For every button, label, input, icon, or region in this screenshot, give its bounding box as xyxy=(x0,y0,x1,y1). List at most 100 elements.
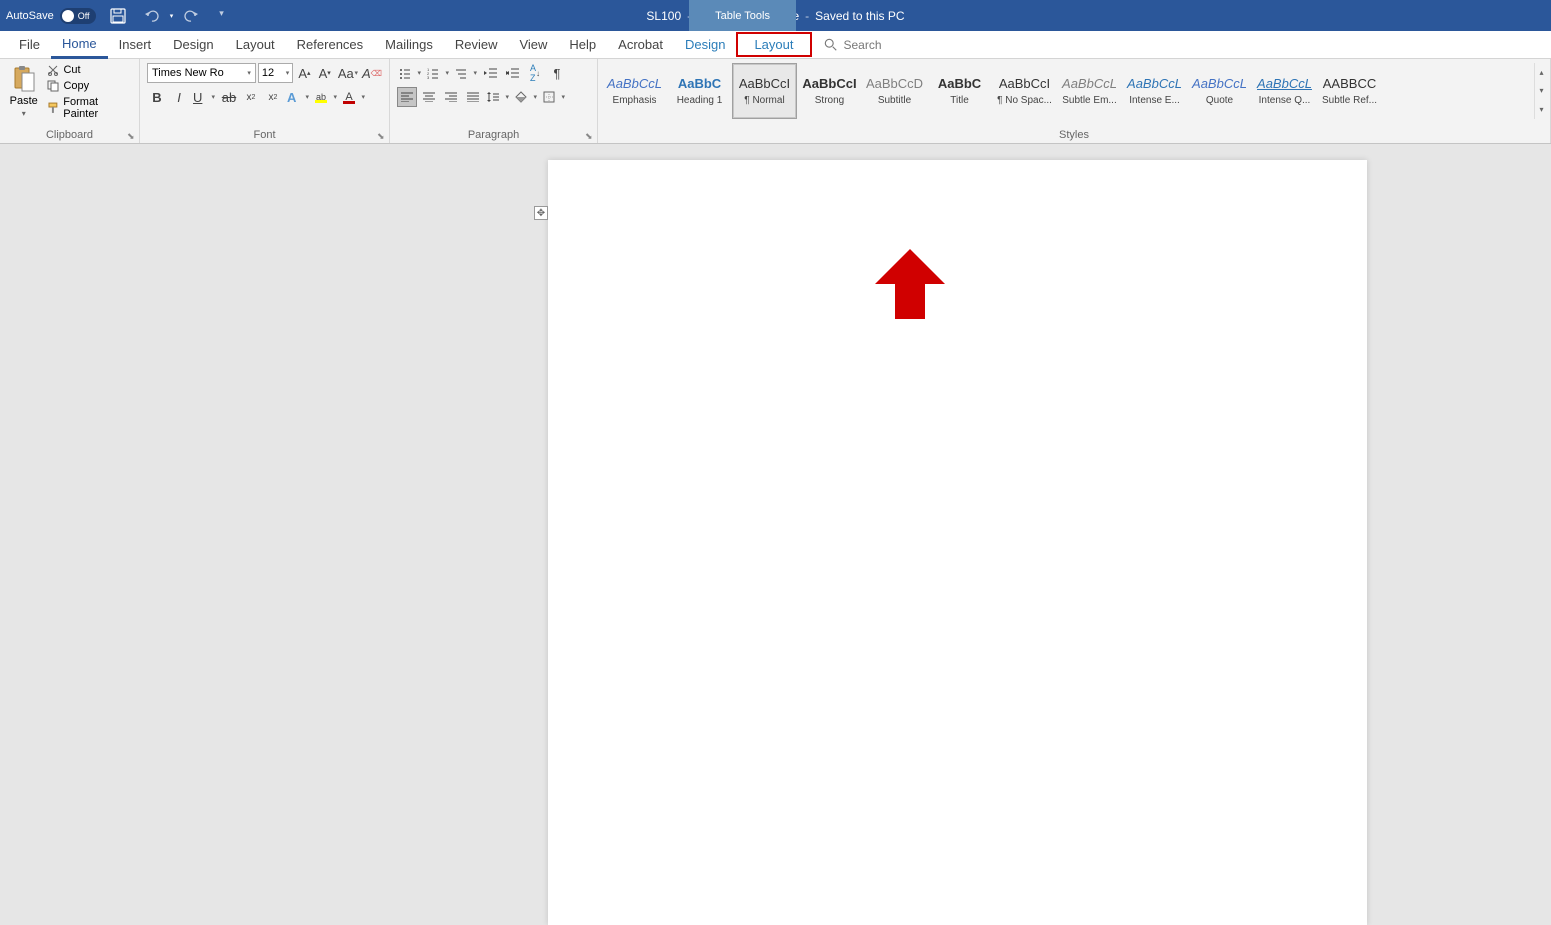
paste-button[interactable]: Paste ▾ xyxy=(4,61,43,123)
tab-layout[interactable]: Layout xyxy=(225,32,286,57)
ribbon-tabs: File Home Insert Design Layout Reference… xyxy=(0,31,1551,59)
justify-icon xyxy=(467,92,479,102)
show-marks-button[interactable]: ¶ xyxy=(547,63,567,83)
style-item-quote[interactable]: AaBbCcLQuote xyxy=(1187,63,1252,119)
tab-mailings[interactable]: Mailings xyxy=(374,32,444,57)
undo-icon[interactable] xyxy=(144,8,160,24)
tab-insert[interactable]: Insert xyxy=(108,32,163,57)
align-left-icon xyxy=(401,92,413,102)
svg-text:3: 3 xyxy=(427,75,430,79)
style-item-title[interactable]: AaBbCTitle xyxy=(927,63,992,119)
paragraph-group-label: Paragraph xyxy=(390,127,597,143)
style-item-emphasis[interactable]: AaBbCcLEmphasis xyxy=(602,63,667,119)
increase-indent-icon xyxy=(506,67,520,79)
bullets-button[interactable]: ▾ xyxy=(397,63,423,83)
document-area: ✥ xyxy=(0,144,1551,925)
tab-design[interactable]: Design xyxy=(162,32,224,57)
style-item-heading-1[interactable]: AaBbCHeading 1 xyxy=(667,63,732,119)
clipboard-launcher-icon[interactable]: ⬊ xyxy=(127,131,137,141)
shading-button[interactable]: ▾ xyxy=(513,87,539,107)
shading-icon xyxy=(515,91,527,103)
superscript-button[interactable]: x2 xyxy=(263,87,283,107)
title-bar: AutoSave Off ▾ ▾ SL100 - Compatibility M… xyxy=(0,0,1551,31)
align-right-icon xyxy=(445,92,457,102)
tab-view[interactable]: View xyxy=(508,32,558,57)
search-box[interactable]: Search xyxy=(824,38,882,52)
text-effects-button[interactable]: A▾ xyxy=(285,87,311,107)
multilevel-list-button[interactable]: ▾ xyxy=(453,63,479,83)
change-case-button[interactable]: Aa▾ xyxy=(336,63,360,83)
style-item---normal[interactable]: AaBbCcI¶ Normal xyxy=(732,63,797,119)
document-page[interactable]: ✥ xyxy=(548,160,1367,925)
align-center-button[interactable] xyxy=(419,87,439,107)
paragraph-launcher-icon[interactable]: ⬊ xyxy=(585,131,595,141)
numbering-button[interactable]: 123▾ xyxy=(425,63,451,83)
style-item-strong[interactable]: AaBbCcIStrong xyxy=(797,63,862,119)
align-right-button[interactable] xyxy=(441,87,461,107)
table-move-handle-icon[interactable]: ✥ xyxy=(534,206,548,220)
align-center-icon xyxy=(423,92,435,102)
style-item-subtle-em---[interactable]: AaBbCcLSubtle Em... xyxy=(1057,63,1122,119)
font-name-select[interactable]: Times New Ro▾ xyxy=(147,63,256,83)
sort-button[interactable]: AZ↓ xyxy=(525,63,545,83)
paste-icon xyxy=(12,65,36,93)
highlight-button[interactable]: ab▾ xyxy=(313,87,339,107)
clipboard-group: Paste ▾ Cut Copy Format Painter Clipboar… xyxy=(0,59,140,143)
search-icon xyxy=(824,38,838,52)
styles-group: AaBbCcLEmphasisAaBbCHeading 1AaBbCcI¶ No… xyxy=(598,59,1551,143)
font-size-select[interactable]: 12▾ xyxy=(258,63,293,83)
font-group: Times New Ro▾ 12▾ A▴ A▾ Aa▾ A⌫ B I U▾ ab… xyxy=(140,59,390,143)
clear-formatting-button[interactable]: A⌫ xyxy=(362,63,382,83)
tab-table-layout[interactable]: Layout xyxy=(736,32,811,57)
grow-font-button[interactable]: A▴ xyxy=(295,63,313,83)
bold-button[interactable]: B xyxy=(147,87,167,107)
multilevel-icon xyxy=(455,67,467,79)
tab-acrobat[interactable]: Acrobat xyxy=(607,32,674,57)
autosave-toggle[interactable]: Off xyxy=(60,8,96,24)
font-color-button[interactable]: A▾ xyxy=(341,87,367,107)
decrease-indent-button[interactable] xyxy=(481,63,501,83)
tab-review[interactable]: Review xyxy=(444,32,509,57)
redo-icon[interactable] xyxy=(183,8,199,24)
tab-references[interactable]: References xyxy=(286,32,374,57)
line-spacing-button[interactable]: ▾ xyxy=(485,87,511,107)
strikethrough-button[interactable]: ab xyxy=(219,87,239,107)
numbering-icon: 123 xyxy=(427,67,439,79)
justify-button[interactable] xyxy=(463,87,483,107)
borders-button[interactable]: ▾ xyxy=(541,87,567,107)
styles-more-button[interactable]: ▴▾▾ xyxy=(1534,63,1548,119)
tab-help[interactable]: Help xyxy=(558,32,607,57)
paste-dropdown-icon: ▾ xyxy=(22,109,26,118)
styles-group-label: Styles xyxy=(598,127,1550,143)
style-item-intense-e---[interactable]: AaBbCcLIntense E... xyxy=(1122,63,1187,119)
style-item-intense-q---[interactable]: AaBbCcLIntense Q... xyxy=(1252,63,1317,119)
tab-table-design[interactable]: Design xyxy=(674,32,736,57)
copy-icon xyxy=(47,80,59,92)
subscript-button[interactable]: x2 xyxy=(241,87,261,107)
cut-icon xyxy=(47,64,59,76)
tab-home[interactable]: Home xyxy=(51,31,108,59)
bullets-icon xyxy=(399,67,411,79)
style-item-subtle-ref---[interactable]: AABBCCSubtle Ref... xyxy=(1317,63,1382,119)
format-painter-icon xyxy=(47,102,59,114)
format-painter-button[interactable]: Format Painter xyxy=(47,95,135,121)
style-item-subtitle[interactable]: AaBbCcDSubtitle xyxy=(862,63,927,119)
paragraph-group: ▾ 123▾ ▾ AZ↓ ¶ ▾ ▾ ▾ Paragraph ⬊ xyxy=(390,59,598,143)
shrink-font-button[interactable]: A▾ xyxy=(316,63,334,83)
italic-button[interactable]: I xyxy=(169,87,189,107)
autosave-label: AutoSave xyxy=(6,10,54,22)
cut-button[interactable]: Cut xyxy=(47,63,135,77)
font-launcher-icon[interactable]: ⬊ xyxy=(377,131,387,141)
copy-button[interactable]: Copy xyxy=(47,79,135,93)
qat-customize-icon[interactable]: ▾ xyxy=(219,8,235,24)
tab-file[interactable]: File xyxy=(8,32,51,57)
style-item---no-spac---[interactable]: AaBbCcI¶ No Spac... xyxy=(992,63,1057,119)
save-icon[interactable] xyxy=(110,8,126,24)
increase-indent-button[interactable] xyxy=(503,63,523,83)
line-spacing-icon xyxy=(487,91,499,103)
underline-button[interactable]: U▾ xyxy=(191,87,217,107)
borders-icon xyxy=(543,91,555,103)
undo-dropdown-icon[interactable]: ▾ xyxy=(170,12,174,20)
align-left-button[interactable] xyxy=(397,87,417,107)
ribbon: Paste ▾ Cut Copy Format Painter Clipboar… xyxy=(0,59,1551,144)
